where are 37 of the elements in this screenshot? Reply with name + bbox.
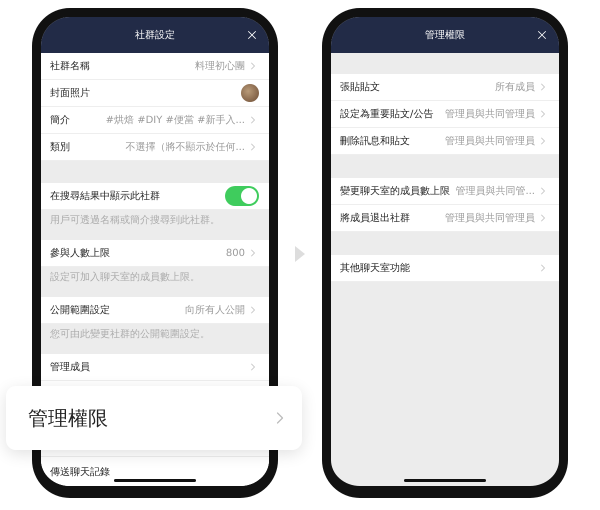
triangle-arrow-icon	[295, 246, 305, 262]
highlight-card[interactable]: 管理權限	[6, 386, 302, 450]
photo-placeholder	[241, 84, 259, 102]
row-label: 參與人數上限	[50, 246, 110, 260]
row-label: 設定為重要貼文/公告	[340, 108, 434, 121]
row-label: 將成員退出社群	[340, 212, 410, 225]
screen-title: 管理權限	[425, 28, 465, 42]
row-value: 管理員與共同管...	[455, 184, 535, 198]
hint-text: 設定可加入聊天室的成員數上限。	[49, 270, 201, 285]
row-label: 簡介	[50, 114, 70, 127]
row-label: 公開範圍設定	[50, 304, 110, 317]
row-value: #烘焙 #DIY #便當 #新手入...	[106, 114, 245, 127]
close-icon[interactable]	[245, 28, 259, 42]
row-value: 所有成員	[495, 80, 535, 94]
row-value: 向所有人公開	[185, 304, 245, 317]
row-value: 料理初心團	[195, 60, 245, 73]
row-label: 張貼貼文	[340, 80, 380, 94]
card-label: 管理權限	[28, 404, 108, 432]
hint-text: 您可由此變更社群的公開範圍設定。	[49, 328, 211, 342]
row-label: 其他聊天室功能	[340, 262, 410, 275]
close-icon[interactable]	[535, 28, 549, 42]
row-value: 管理員與共同管理員	[445, 108, 535, 121]
row-label: 類別	[50, 140, 70, 154]
row-label: 在搜尋結果中顯示此社群	[50, 190, 160, 203]
row-label: 社群名稱	[50, 60, 90, 73]
row-value: 不選擇（將不顯示於任何...	[125, 140, 245, 154]
screen-title: 社群設定	[135, 28, 175, 42]
row-value: 管理員與共同管理員	[445, 134, 535, 148]
row-label: 管理成員	[50, 360, 90, 374]
row-value: 800	[226, 248, 245, 258]
hint-text: 用戶可透過名稱或簡介搜尋到此社群。	[49, 214, 221, 228]
toggle-switch[interactable]	[225, 186, 259, 206]
row-label: 傳送聊天記錄	[50, 466, 110, 478]
row-value: 管理員與共同管理員	[445, 212, 535, 225]
row-label: 變更聊天室的成員數上限	[340, 184, 450, 198]
row-label: 封面照片	[50, 86, 90, 100]
row-label: 刪除訊息和貼文	[340, 134, 410, 148]
